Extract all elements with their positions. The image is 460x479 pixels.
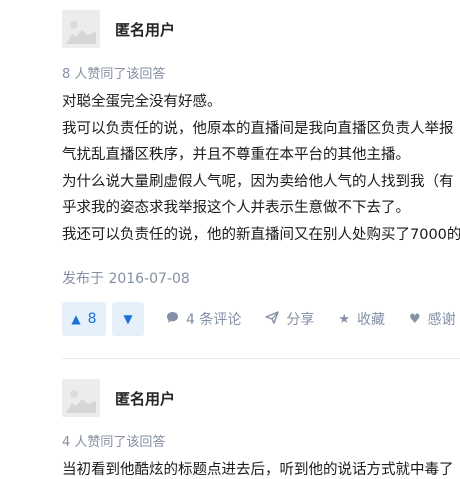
paper-plane-icon	[265, 310, 280, 328]
author-info: 匿名用户	[62, 378, 175, 418]
heart-icon: ♥	[409, 311, 421, 327]
content-paragraph: 气扰乱直播区秩序，并且不尊重在本平台的其他主播。	[62, 147, 410, 163]
answer-divider	[62, 358, 460, 359]
content-paragraph: 我可以负责任的说，他原本的直播间是我向直播区负责人举报	[62, 120, 454, 137]
avatar[interactable]	[62, 10, 100, 48]
avatar[interactable]	[62, 379, 100, 417]
publish-date[interactable]: 发布于 2016-07-08	[62, 268, 190, 288]
content-paragraph: 对聪全蛋完全没有好感。	[62, 94, 222, 110]
triangle-up-icon: ▲	[71, 312, 81, 326]
collect-button[interactable]: ★ 收藏	[338, 309, 385, 329]
action-bar: ▲ 8 ▼ 4 条评论 分享 ★ 收藏 ♥ 感谢	[62, 302, 456, 336]
downvote-button[interactable]: ▼	[112, 302, 144, 336]
anonymous-avatar-icon	[62, 379, 100, 417]
author-name[interactable]: 匿名用户	[115, 19, 175, 40]
content-paragraph: 为什么说大量刷虚假人气呢，因为卖给他人气的人找到我（有	[62, 173, 454, 190]
answer-content: 当初看到他酷炫的标题点进去后，听到他的说话方式就中毒了	[62, 457, 460, 479]
thanks-label: 感谢	[427, 312, 456, 328]
comment-label: 4 条评论	[186, 312, 242, 328]
comment-bubble-icon	[166, 311, 179, 328]
content-paragraph: 我还可以负责任的说，他的新直播间又在别人处购买了7000的	[62, 226, 460, 243]
answer-content: 对聪全蛋完全没有好感。 我可以负责任的说，他原本的直播间是我向直播区负责人举报 …	[62, 89, 460, 248]
star-icon: ★	[338, 311, 351, 327]
comment-button[interactable]: 4 条评论	[166, 309, 241, 329]
vote-count-text: 4 人赞同了该回答	[62, 435, 166, 450]
vote-count-text: 8 人赞同了该回答	[62, 67, 166, 82]
upvote-count: 8	[87, 311, 97, 327]
collect-label: 收藏	[357, 312, 386, 328]
triangle-down-icon: ▼	[123, 312, 133, 326]
author-info: 匿名用户	[62, 9, 175, 49]
content-paragraph: 当初看到他酷炫的标题点进去后，听到他的说话方式就中毒了	[62, 462, 454, 478]
upvote-button[interactable]: ▲ 8	[62, 302, 106, 336]
author-name[interactable]: 匿名用户	[115, 388, 175, 409]
share-label: 分享	[286, 312, 315, 328]
content-paragraph: 乎求我的姿态求我举报这个人并表示生意做不下去了。	[62, 200, 410, 216]
thanks-button[interactable]: ♥ 感谢	[409, 309, 456, 329]
share-button[interactable]: 分享	[265, 309, 314, 329]
anonymous-avatar-icon	[62, 10, 100, 48]
